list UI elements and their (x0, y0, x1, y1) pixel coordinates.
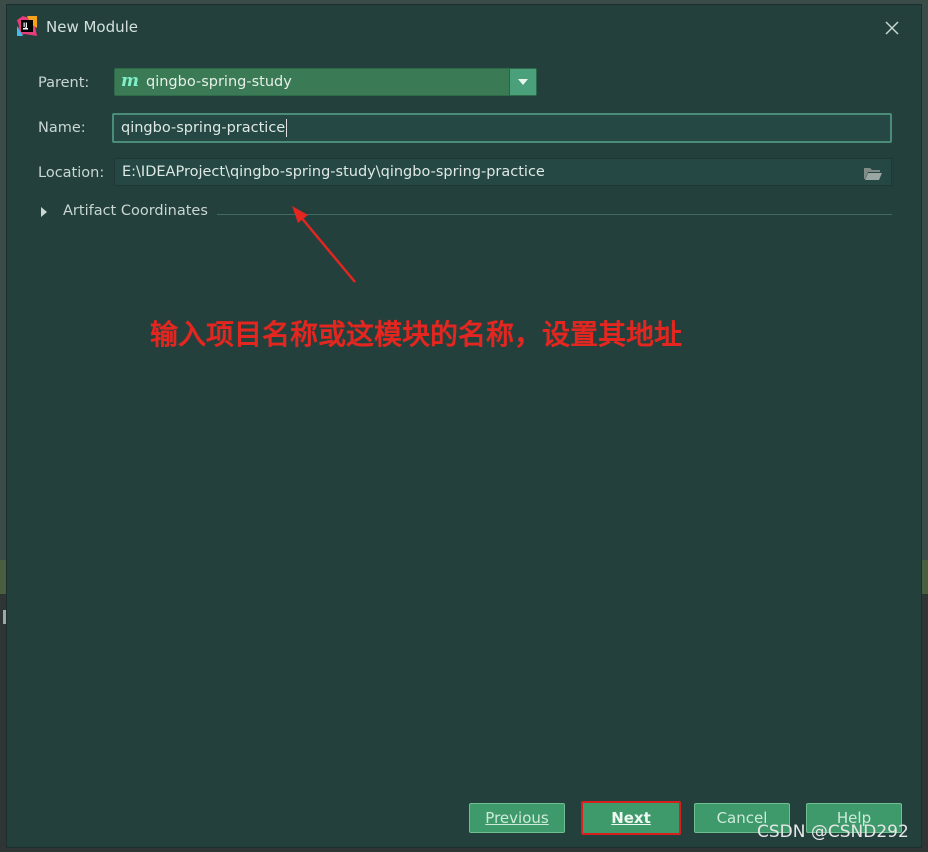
next-button-label: Next (611, 809, 651, 827)
location-label: Location: (38, 165, 105, 181)
annotation-text: 输入项目名称或这模块的名称，设置其地址 (150, 318, 683, 351)
maven-module-icon: m (121, 71, 139, 91)
svg-text:IJ: IJ (23, 22, 27, 29)
dialog-title: New Module (46, 18, 139, 36)
parent-select[interactable]: m qingbo-spring-study (114, 68, 537, 96)
name-input[interactable]: qingbo-spring-practice (112, 113, 892, 143)
name-input-value: qingbo-spring-practice (121, 120, 286, 136)
new-module-dialog: IJ New Module Parent: m qingbo-spring-st… (7, 5, 921, 847)
previous-button[interactable]: Previous (469, 803, 565, 833)
chevron-down-icon (518, 79, 528, 85)
artifact-coordinates-label: Artifact Coordinates (63, 203, 208, 219)
name-label: Name: (38, 120, 86, 136)
dropdown-button[interactable] (509, 69, 536, 95)
intellij-app-icon: IJ (17, 16, 37, 36)
background-mark (3, 610, 6, 624)
watermark: CSDN @CSND292 (757, 822, 909, 842)
text-caret (286, 119, 288, 137)
next-button[interactable]: Next (581, 801, 681, 835)
location-input-value: E:\IDEAProject\qingbo-spring-study\qingb… (122, 164, 545, 180)
previous-button-label: Previous (485, 809, 549, 827)
section-divider (217, 214, 892, 215)
parent-value: qingbo-spring-study (146, 74, 292, 90)
folder-open-icon[interactable] (863, 165, 883, 181)
expand-arrow-icon (41, 207, 47, 217)
close-icon[interactable] (881, 17, 903, 39)
title-bar: IJ New Module (7, 5, 921, 49)
location-input[interactable]: E:\IDEAProject\qingbo-spring-study\qingb… (114, 158, 892, 186)
parent-label: Parent: (38, 75, 90, 91)
